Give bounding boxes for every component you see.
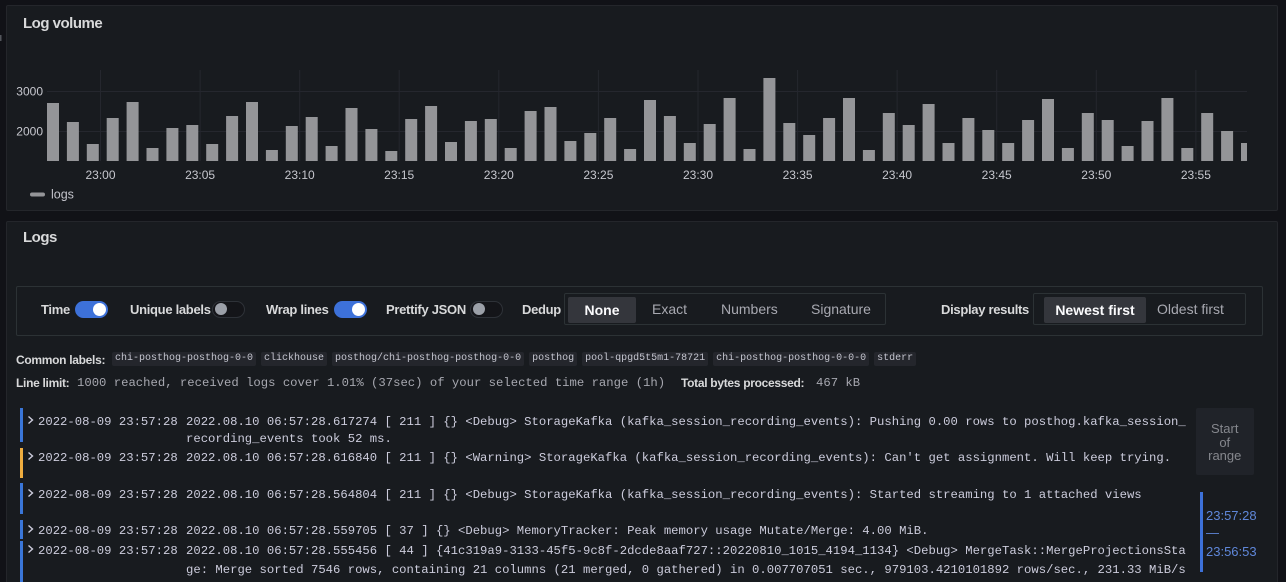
svg-text:23:10: 23:10 bbox=[285, 168, 315, 182]
svg-text:23:25: 23:25 bbox=[583, 168, 613, 182]
svg-text:3000: 3000 bbox=[16, 85, 43, 99]
svg-text:23:35: 23:35 bbox=[783, 168, 813, 182]
svg-text:logs: logs bbox=[51, 188, 74, 202]
svg-text:23:50: 23:50 bbox=[1081, 168, 1111, 182]
svg-text:23:45: 23:45 bbox=[982, 168, 1012, 182]
svg-text:23:00: 23:00 bbox=[85, 168, 115, 182]
svg-text:23:05: 23:05 bbox=[185, 168, 215, 182]
svg-text:23:40: 23:40 bbox=[882, 168, 912, 182]
svg-text:2000: 2000 bbox=[16, 125, 43, 139]
svg-text:23:55: 23:55 bbox=[1181, 168, 1211, 182]
svg-text:23:30: 23:30 bbox=[683, 168, 713, 182]
svg-text:23:15: 23:15 bbox=[384, 168, 414, 182]
svg-text:23:20: 23:20 bbox=[484, 168, 514, 182]
